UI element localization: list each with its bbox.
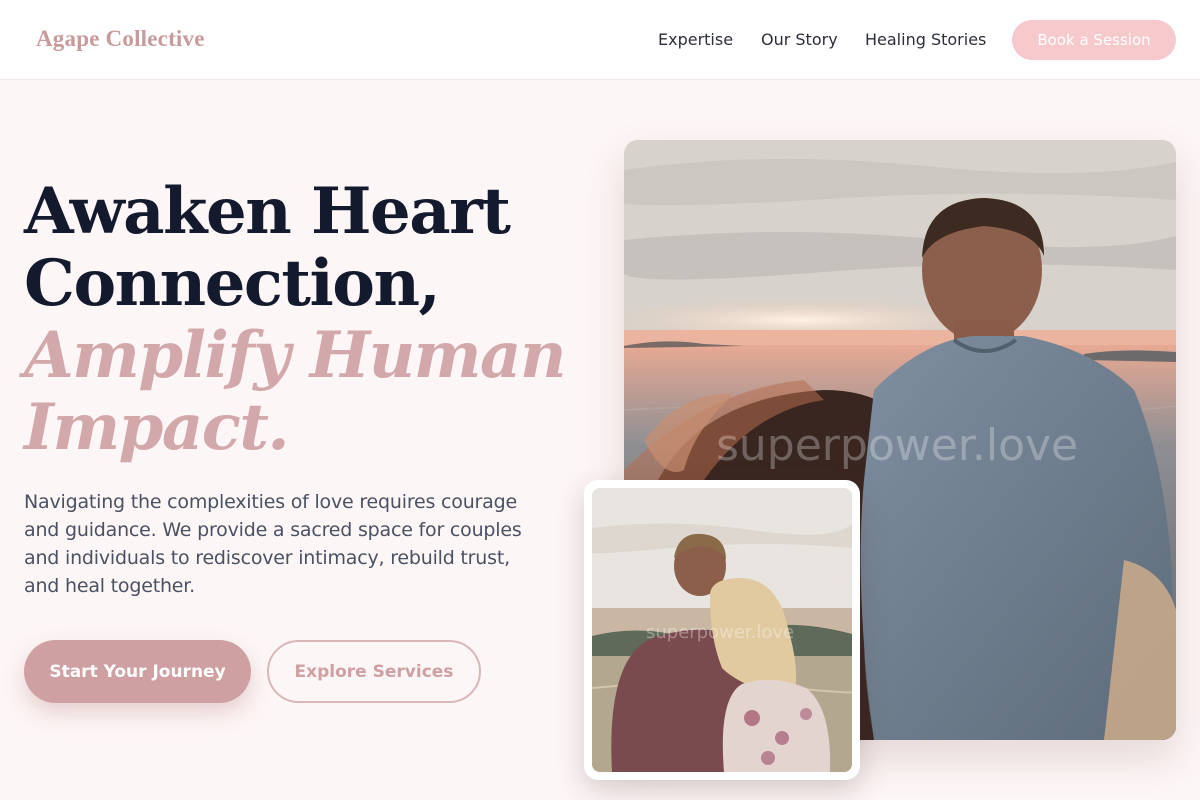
- explore-services-button[interactable]: Explore Services: [267, 640, 481, 703]
- page: Agape Collective Expertise Our Story Hea…: [0, 0, 1200, 800]
- hero-heading-line-1: Awaken Heart: [24, 174, 511, 249]
- brand-logo[interactable]: Agape Collective: [36, 26, 205, 52]
- nav-link-healing-stories[interactable]: Healing Stories: [865, 30, 986, 49]
- main-photo-watermark: superpower.love: [716, 420, 1079, 471]
- site-header: Agape Collective Expertise Our Story Hea…: [0, 0, 1200, 80]
- hero-heading-line-2: Connection,: [24, 246, 441, 321]
- hero-description: Navigating the complexities of love requ…: [24, 491, 522, 597]
- hero-heading: Awaken Heart Connection, Amplify Human I…: [24, 176, 584, 464]
- secondary-photo-watermark: superpower.love: [646, 622, 795, 643]
- book-session-button[interactable]: Book a Session: [1012, 20, 1176, 60]
- start-journey-button[interactable]: Start Your Journey: [24, 640, 251, 703]
- nav-link-our-story[interactable]: Our Story: [761, 30, 838, 49]
- hero-heading-accent-line-2: Impact.: [24, 390, 290, 465]
- nav-link-expertise[interactable]: Expertise: [658, 30, 733, 49]
- hero-heading-accent-line-1: Amplify Human: [24, 318, 566, 393]
